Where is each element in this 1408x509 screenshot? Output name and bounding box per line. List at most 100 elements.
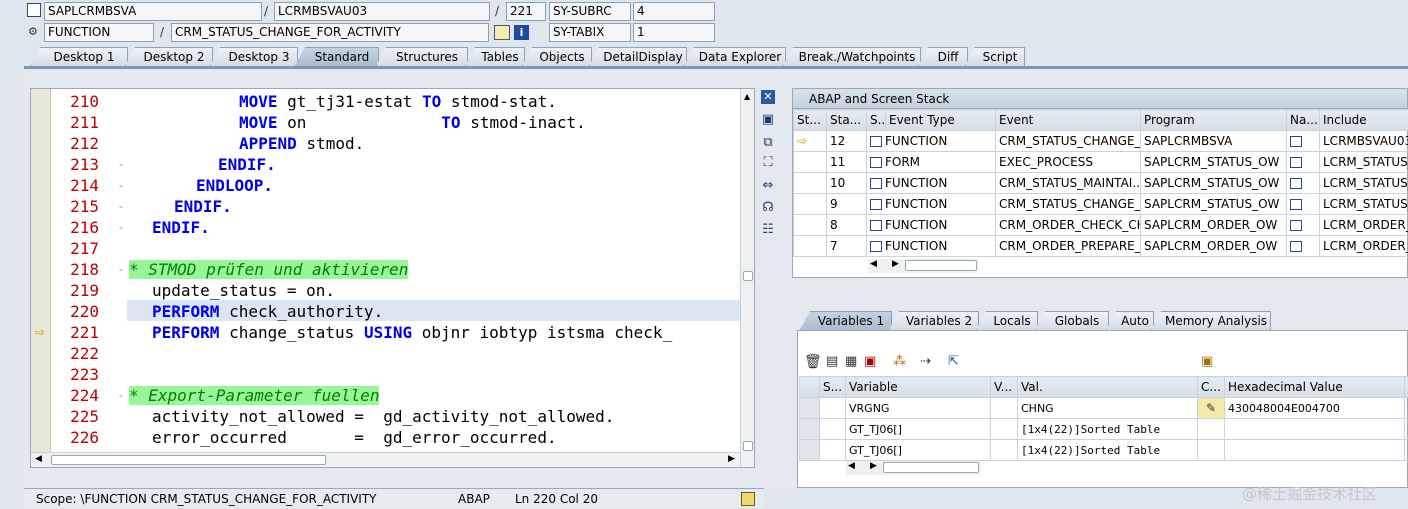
navigate-icon[interactable] <box>1287 194 1320 215</box>
navigate-icon[interactable] <box>1287 152 1320 173</box>
tab-diff[interactable]: Diff <box>918 47 968 66</box>
replace-tool-icon[interactable]: ⧉ <box>758 133 778 153</box>
col-header[interactable]: S... <box>867 110 886 131</box>
settings-icon[interactable]: ☷ <box>758 220 778 240</box>
scroll-thumb[interactable] <box>883 462 979 473</box>
scroll-right-icon[interactable]: ▶ <box>892 259 899 269</box>
col-header[interactable]: Variable <box>846 377 991 398</box>
tab-desktop-3[interactable]: Desktop 3 <box>210 47 298 66</box>
name-field[interactable]: CRM_STATUS_CHANGE_FOR_ACTIVITY <box>171 23 489 42</box>
line-field[interactable]: 221 <box>506 2 546 21</box>
table-row[interactable]: GT_TJ06[] [1x4(22)]Sorted Table S <box>800 440 1408 461</box>
maximize-icon[interactable]: ⛶ <box>758 153 778 173</box>
display-icon[interactable] <box>494 25 510 40</box>
tab-breakpoints[interactable]: Break./Watchpoints <box>783 47 921 66</box>
variable-name[interactable]: GT_TJ06[] <box>846 440 991 461</box>
variable-name[interactable]: GT_TJ06[] <box>846 419 991 440</box>
tab-globals[interactable]: Globals <box>1035 311 1109 330</box>
tab-desktop-1[interactable]: Desktop 1 <box>30 47 128 66</box>
scroll-right-icon[interactable]: ▶ <box>870 461 877 471</box>
type-field[interactable]: FUNCTION <box>44 23 154 42</box>
program-field[interactable]: SAPLCRMBSVA <box>44 2 262 21</box>
arrange-icon[interactable]: ⇢ <box>920 354 931 369</box>
scroll-left-icon[interactable]: ◀ <box>35 454 42 464</box>
delete-icon[interactable]: 🗑 <box>804 354 822 370</box>
tab-detaildisplay[interactable]: DetailDisplay <box>589 47 687 66</box>
col-header[interactable]: St... <box>794 110 827 131</box>
col-header[interactable]: T <box>1405 377 1408 398</box>
variable-value[interactable]: CHNG <box>1018 398 1198 419</box>
vars-horizontal-scrollbar[interactable]: ◀ ▶ <box>846 461 981 475</box>
new-tool-icon[interactable]: ▣ <box>758 110 778 130</box>
col-header[interactable]: Na... <box>1287 110 1320 131</box>
tab-script[interactable]: Script <box>965 47 1025 66</box>
tab-variables-2[interactable]: Variables 2 <box>889 311 979 330</box>
col-header[interactable]: Event Type <box>886 110 996 131</box>
scroll-thumb[interactable] <box>743 441 753 451</box>
col-header[interactable]: C... <box>1198 377 1225 398</box>
row-selector[interactable] <box>800 419 820 440</box>
tab-tables[interactable]: Tables <box>465 47 525 66</box>
scroll-thumb[interactable] <box>51 455 326 465</box>
row-selector[interactable] <box>800 440 820 461</box>
scroll-thumb[interactable] <box>905 260 977 271</box>
table-row[interactable]: 7 FUNCTION CRM_ORDER_PREPARE_... SAPLCRM… <box>794 236 1408 257</box>
scroll-left-icon[interactable]: ◀ <box>848 461 855 471</box>
row-selector[interactable] <box>800 398 820 419</box>
col-header[interactable]: Sta... <box>827 110 867 131</box>
tab-auto[interactable]: Auto <box>1106 311 1154 330</box>
variable-value[interactable]: [1x4(22)]Sorted Table <box>1018 419 1198 440</box>
edit-icon[interactable]: ✎ <box>1198 398 1225 419</box>
scroll-up-icon[interactable]: ▲ <box>744 92 750 101</box>
tab-objects[interactable]: Objects <box>522 47 592 66</box>
tab-structures[interactable]: Structures <box>376 47 468 66</box>
col-header[interactable]: S... <box>820 377 846 398</box>
export-icon[interactable]: ▦ <box>845 354 857 369</box>
navigate-icon[interactable] <box>1287 215 1320 236</box>
scroll-right-icon[interactable]: ▶ <box>728 454 735 464</box>
include-field[interactable]: LCRMBSVAU03 <box>274 2 490 21</box>
save-var-icon[interactable]: ▣ <box>864 354 876 369</box>
variable-name[interactable]: VRGNG <box>846 398 991 419</box>
import-icon[interactable]: ▤ <box>826 354 838 369</box>
save-icon[interactable]: ▣ <box>1201 354 1213 369</box>
navigate-icon[interactable] <box>1287 131 1320 152</box>
table-row[interactable]: 10 FUNCTION CRM_STATUS_MAINTAI... SAPLCR… <box>794 173 1408 194</box>
tab-locals[interactable]: Locals <box>976 311 1038 330</box>
sysfield-name-2[interactable]: SY-TABIX <box>549 23 631 42</box>
editor-vertical-scrollbar[interactable]: ▲ <box>740 89 755 467</box>
table-row[interactable]: 11 FORM EXEC_PROCESS SAPLCRM_STATUS_OW L… <box>794 152 1408 173</box>
table-row[interactable]: ⇨ 12 FUNCTION CRM_STATUS_CHANGE_... SAPL… <box>794 131 1408 152</box>
tab-standard[interactable]: Standard <box>295 47 379 66</box>
swap-icon[interactable]: ⇔ <box>758 176 778 196</box>
breakpoint-gutter[interactable] <box>31 89 51 467</box>
tab-desktop-2[interactable]: Desktop 2 <box>125 47 213 66</box>
table-row[interactable]: VRGNG CHNG ✎ 430048004E004700 C <box>800 398 1408 419</box>
notes-icon[interactable] <box>741 492 755 506</box>
col-header[interactable]: Event <box>996 110 1141 131</box>
scroll-left-icon[interactable]: ◀ <box>870 259 877 269</box>
editor-horizontal-scrollbar[interactable]: ◀ ▶ <box>31 452 740 467</box>
navigate-icon[interactable] <box>1287 173 1320 194</box>
sysfield-value-1[interactable]: 4 <box>633 2 715 21</box>
stack-horizontal-scrollbar[interactable]: ◀ ▶ <box>868 259 978 273</box>
close-icon[interactable]: ✕ <box>761 90 775 104</box>
sysfield-value-2[interactable]: 1 <box>633 23 715 42</box>
tab-memory-analysis[interactable]: Memory Analysis <box>1151 311 1271 330</box>
info-icon[interactable]: i <box>514 25 529 40</box>
source-editor[interactable]: ⇨ 210 211 212 213 214 215 216 217 218 21… <box>30 88 755 468</box>
col-header[interactable]: Program <box>1141 110 1287 131</box>
navigate-icon[interactable]: ⇱ <box>948 354 959 369</box>
table-row[interactable]: 8 FUNCTION CRM_ORDER_CHECK_CH... SAPLCRM… <box>794 215 1408 236</box>
col-header[interactable]: Include <box>1320 110 1408 131</box>
scroll-thumb[interactable] <box>743 271 753 281</box>
table-row[interactable]: 9 FUNCTION CRM_STATUS_CHANGE_... SAPLCRM… <box>794 194 1408 215</box>
services-icon[interactable]: ☊ <box>758 198 778 218</box>
col-header[interactable]: Hexadecimal Value <box>1225 377 1405 398</box>
sysfield-name-1[interactable]: SY-SUBRC <box>549 2 631 21</box>
tab-variables-1[interactable]: Variables 1 <box>800 311 892 330</box>
table-row[interactable]: GT_TJ06[] [1x4(22)]Sorted Table S <box>800 419 1408 440</box>
col-header[interactable]: V... <box>991 377 1018 398</box>
tree-icon[interactable]: ⁂ <box>893 354 906 369</box>
col-header[interactable]: Val. <box>1018 377 1198 398</box>
